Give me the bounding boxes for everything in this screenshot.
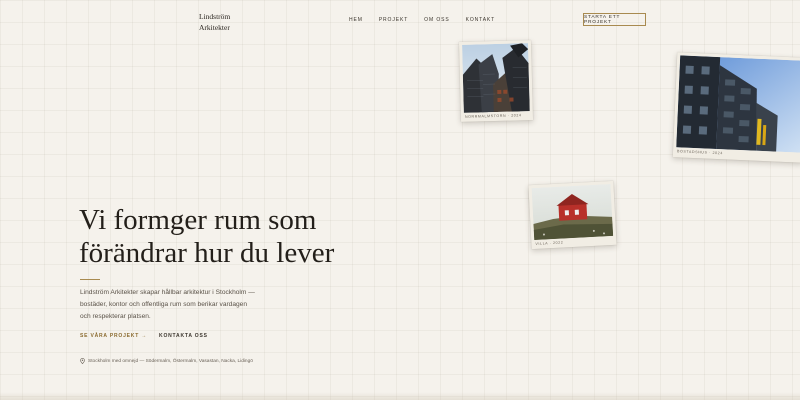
headline-line-2: förändrar hur du lever (79, 237, 335, 269)
brand-name-line1: Lindström (199, 12, 231, 21)
brand-name-line2: Arkitekter (199, 23, 230, 32)
hero-headline: Vi formger rum som förändrar hur du leve… (79, 204, 379, 270)
brand-logo[interactable]: Lindström Arkitekter (199, 11, 239, 33)
hero-lead: Lindström Arkitekter skapar hållbar arki… (80, 289, 255, 320)
nav-item-kontakt[interactable]: KONTAKT (466, 17, 496, 23)
skyscraper-photo (462, 43, 530, 113)
accent-divider (80, 279, 100, 280)
nav-item-om-oss[interactable]: OM OSS (424, 17, 449, 23)
main-nav: HEM PROJEKT OM OSS KONTAKT (349, 17, 511, 23)
apartment-photo (676, 55, 800, 153)
location-text: Stockholm med omnejd — Södermalm, Österm… (88, 358, 253, 364)
page-bottom-edge (0, 392, 800, 400)
headline-line-1: Vi formger rum som (79, 204, 317, 236)
contact-link[interactable]: KONTAKTA OSS (159, 333, 208, 339)
start-project-button[interactable]: STARTA ETT PROJEKT (583, 13, 646, 26)
nav-item-hem[interactable]: HEM (349, 17, 363, 23)
location-pin-icon (80, 358, 85, 364)
project-photo-card[interactable]: VILLA · 2022 (528, 180, 617, 250)
nav-item-projekt[interactable]: PROJEKT (379, 17, 408, 23)
project-photo-card[interactable]: BOSTADSHUS · 2024 (672, 52, 800, 163)
hero-links: SE VÅRA PROJEKT → KONTAKTA OSS (80, 333, 208, 339)
see-projects-link[interactable]: SE VÅRA PROJEKT → (80, 333, 147, 339)
location-line: Stockholm med omnejd — Södermalm, Österm… (80, 358, 253, 364)
project-photo-card[interactable]: NORRMALMSTORN · 2024 (458, 40, 534, 122)
red-cabin-photo (531, 183, 614, 241)
